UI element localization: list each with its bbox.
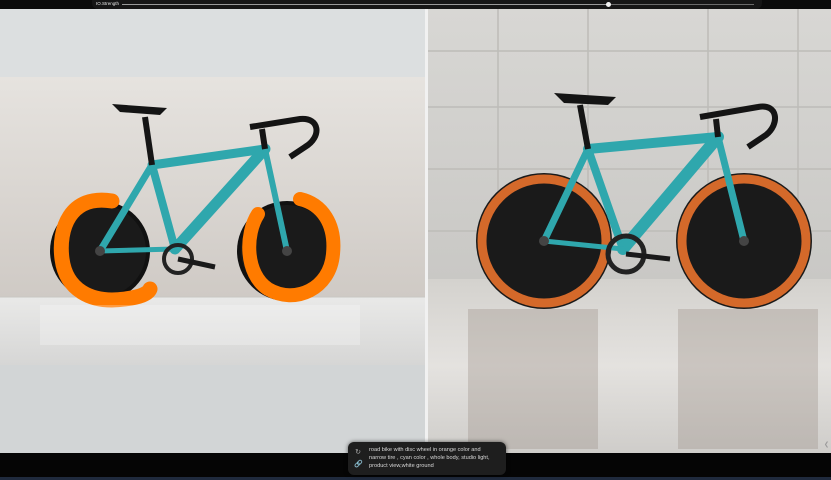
output-image-panel: ❮: [428, 9, 831, 453]
strength-slider-thumb[interactable]: [606, 2, 612, 7]
strength-slider-bar[interactable]: IO.Strength: [92, 0, 762, 9]
prompt-box[interactable]: ↻ 🔗 road bike with disc wheel in orange …: [348, 442, 506, 475]
strength-slider-label: IO.Strength: [96, 1, 120, 6]
link-icon[interactable]: 🔗: [354, 461, 363, 469]
prompt-line-2: narrow tire , cyan color , whole body, s…: [369, 455, 490, 462]
strength-slider-track[interactable]: [122, 2, 754, 7]
corner-mark-icon: ❮: [823, 442, 829, 448]
prompt-line-1: road bike with disc wheel in orange colo…: [369, 447, 481, 453]
prompt-line-3: product view,white ground: [369, 463, 434, 470]
prompt-text[interactable]: road bike with disc wheel in orange colo…: [369, 446, 501, 471]
refresh-icon[interactable]: ↻: [354, 449, 362, 457]
input-image-panel: [0, 9, 425, 453]
input-bike-image: [0, 9, 425, 453]
output-bike-image: [428, 9, 831, 453]
strength-slider-fill: [122, 4, 609, 5]
